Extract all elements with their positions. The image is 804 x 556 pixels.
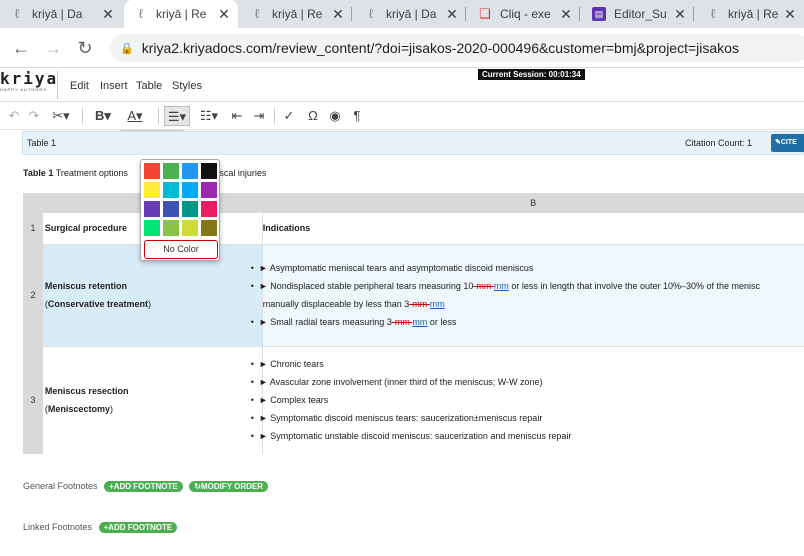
browser-tab-active[interactable]: ℓ kriyā | Re ✕ [124, 0, 238, 28]
color-swatch[interactable] [201, 220, 217, 236]
kriya-favicon-icon: ℓ [14, 6, 20, 21]
font-color-icon[interactable]: A▾ [124, 106, 146, 126]
numbered-list-icon[interactable]: ☷▾ [196, 106, 222, 126]
bold-icon[interactable]: B▾ [92, 106, 114, 126]
add-footnote-button[interactable]: +ADD FOOTNOTE [104, 481, 183, 492]
close-tab-icon[interactable]: ✕ [782, 6, 798, 23]
indent-icon[interactable]: ⇥ [250, 106, 268, 126]
special-character-icon[interactable]: Ω [304, 106, 322, 126]
kriya-logo: kriya HAPPY AUTHORS [0, 71, 58, 99]
table-object-header: Table 1 Citation Count: 1 ✎CITE [22, 131, 804, 155]
editor-toolbar: ↶ ↷ ✂▾ B▾ A▾ ☰▾ ☷▾ ⇤ ⇥ ✓ Ω ◉ ¶ [0, 102, 804, 130]
forward-arrow-icon[interactable]: → [42, 37, 64, 59]
color-swatch[interactable] [182, 201, 198, 217]
menu-styles[interactable]: Styles [172, 80, 202, 92]
kriya-favicon-icon: ℓ [368, 6, 374, 21]
editor-favicon-icon: ▤ [592, 7, 606, 21]
color-swatch[interactable] [182, 163, 198, 179]
url-text: kriya2.kriyadocs.com/review_content/?doi… [141, 40, 739, 56]
preview-eye-icon[interactable]: ◉ [326, 106, 344, 126]
color-swatch[interactable] [144, 163, 160, 179]
address-bar-row: ← → ↻ 🔒 kriya2.kriyadocs.com/review_cont… [0, 28, 804, 68]
citation-count: Citation Count: 1 [685, 138, 753, 148]
general-footnotes: General Footnotes +ADD FOOTNOTE ↻MODIFY … [23, 481, 269, 492]
color-swatch[interactable] [163, 163, 179, 179]
column-header-b[interactable]: B [262, 193, 804, 213]
cite-button[interactable]: ✎CITE [771, 134, 804, 152]
color-palette-popup: No Color [140, 159, 220, 261]
app-menu-bar: kriya HAPPY AUTHORS Edit Insert Table St… [0, 68, 804, 102]
undo-icon[interactable]: ↶ [6, 106, 22, 126]
kriya-favicon-icon: ℓ [254, 6, 260, 21]
close-tab-icon[interactable]: ✕ [672, 6, 688, 23]
document-content: Table 1 Treatment options r meniscal inj… [0, 155, 804, 556]
browser-tab[interactable]: ▤ Editor_Su ✕ [582, 0, 694, 28]
color-swatch[interactable] [201, 182, 217, 198]
bulleted-list-icon[interactable]: ☰▾ [164, 106, 190, 126]
color-swatch[interactable] [144, 182, 160, 198]
cut-icon[interactable]: ✂▾ [48, 106, 74, 126]
color-swatch[interactable] [163, 220, 179, 236]
url-bar[interactable]: 🔒 kriya2.kriyadocs.com/review_content/?d… [110, 34, 804, 62]
menu-edit[interactable]: Edit [70, 80, 89, 92]
kriya-favicon-icon: ℓ [138, 6, 144, 21]
color-swatch[interactable] [144, 220, 160, 236]
menu-table[interactable]: Table [136, 80, 162, 92]
table-row: 3 Meniscus resection (Meniscectomy) • ► … [23, 346, 804, 454]
outdent-icon[interactable]: ⇤ [228, 106, 246, 126]
kriya-favicon-icon: ℓ [710, 6, 716, 21]
close-tab-icon[interactable]: ✕ [330, 6, 346, 23]
color-swatch[interactable] [163, 182, 179, 198]
color-swatch[interactable] [144, 201, 160, 217]
modify-order-button[interactable]: ↻MODIFY ORDER [189, 481, 269, 492]
browser-tab[interactable]: ℓ kriyā | Re ✕ [696, 0, 804, 28]
color-swatch[interactable] [201, 163, 217, 179]
browser-tab[interactable]: ℓ kriyā | Da ✕ [0, 0, 122, 28]
lock-icon: 🔒 [120, 42, 134, 55]
cliq-favicon-icon: ❏ [479, 6, 491, 21]
show-formatting-icon[interactable]: ¶ [348, 106, 366, 126]
browser-tab[interactable]: ℓ kriyā | Re ✕ [240, 0, 352, 28]
redo-icon[interactable]: ↷ [26, 106, 42, 126]
close-tab-icon[interactable]: ✕ [558, 6, 574, 23]
no-color-button[interactable]: No Color [144, 240, 218, 259]
close-tab-icon[interactable]: ✕ [444, 6, 460, 23]
session-timer: Current Session: 00:01:34 [478, 69, 585, 80]
browser-tab[interactable]: ℓ kriyā | Da ✕ [354, 0, 466, 28]
reload-icon[interactable]: ↻ [74, 37, 96, 59]
color-swatch[interactable] [182, 182, 198, 198]
color-swatch[interactable] [163, 201, 179, 217]
add-linked-footnote-button[interactable]: +ADD FOOTNOTE [98, 522, 178, 533]
color-swatch[interactable] [182, 220, 198, 236]
back-arrow-icon[interactable]: ← [10, 37, 32, 59]
linked-footnotes: Linked Footnotes +ADD FOOTNOTE [23, 522, 178, 533]
browser-tab-bar: ℓ kriyā | Da ✕ ℓ kriyā | Re ✕ ℓ kriyā | … [0, 0, 804, 28]
close-tab-icon[interactable]: ✕ [100, 6, 116, 23]
color-swatch[interactable] [201, 201, 217, 217]
table-label: Table 1 [27, 138, 57, 148]
browser-tab[interactable]: ❏ Cliq - exe ✕ [468, 0, 580, 28]
spellcheck-icon[interactable]: ✓ [280, 106, 298, 126]
close-tab-icon[interactable]: ✕ [216, 6, 232, 23]
menu-insert[interactable]: Insert [100, 80, 128, 92]
